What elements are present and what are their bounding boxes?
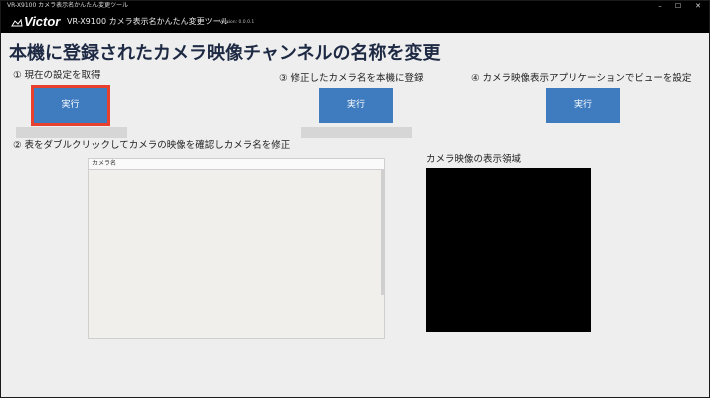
step4-label: ④ カメラ映像表示アプリケーションでビューを設定 [471, 73, 692, 84]
title-bar: VR-X9100 カメラ表示名かんたん変更ツール – ☐ ✕ [1, 1, 709, 11]
app-window: VR-X9100 カメラ表示名かんたん変更ツール – ☐ ✕ Victor VR… [0, 0, 710, 398]
preview-label: カメラ映像の表示領域 [426, 154, 522, 165]
step3-status-bar [301, 127, 412, 138]
step1-execute-button[interactable]: 実行 [31, 85, 110, 126]
maximize-button[interactable]: ☐ [671, 1, 685, 11]
version-label: Version: 0.0.0.1 [219, 20, 255, 25]
brand-logo: Victor [11, 14, 60, 30]
step1-status-bar [16, 127, 127, 138]
victor-dog-icon [11, 18, 23, 27]
camera-name-table[interactable]: カメラ名 [88, 158, 385, 339]
step2-label: ② 表をダブルクリックしてカメラの映像を確認しカメラ名を修正 [13, 140, 291, 151]
table-scrollbar[interactable] [381, 170, 384, 295]
minimize-button[interactable]: – [653, 1, 667, 11]
brand-name: Victor [24, 14, 61, 29]
window-title: VR-X9100 カメラ表示名かんたん変更ツール [7, 2, 129, 9]
step1-label: ① 現在の設定を取得 [13, 70, 101, 80]
camera-preview-area [426, 168, 591, 332]
step3-label: ③ 修正したカメラ名を本機に登録 [279, 73, 424, 84]
column-header-camera-name[interactable]: カメラ名 [89, 159, 384, 170]
page-title: 本機に登録されたカメラ映像チャンネルの名称を変更 [9, 43, 441, 64]
step4-execute-button[interactable]: 実行 [546, 88, 620, 123]
close-button[interactable]: ✕ [691, 1, 705, 11]
app-title: VR-X9100 カメラ表示名かんたん変更ツール [67, 17, 229, 26]
app-header: Victor VR-X9100 カメラ表示名かんたん変更ツール Version:… [1, 11, 709, 33]
step3-execute-button[interactable]: 実行 [319, 88, 393, 123]
